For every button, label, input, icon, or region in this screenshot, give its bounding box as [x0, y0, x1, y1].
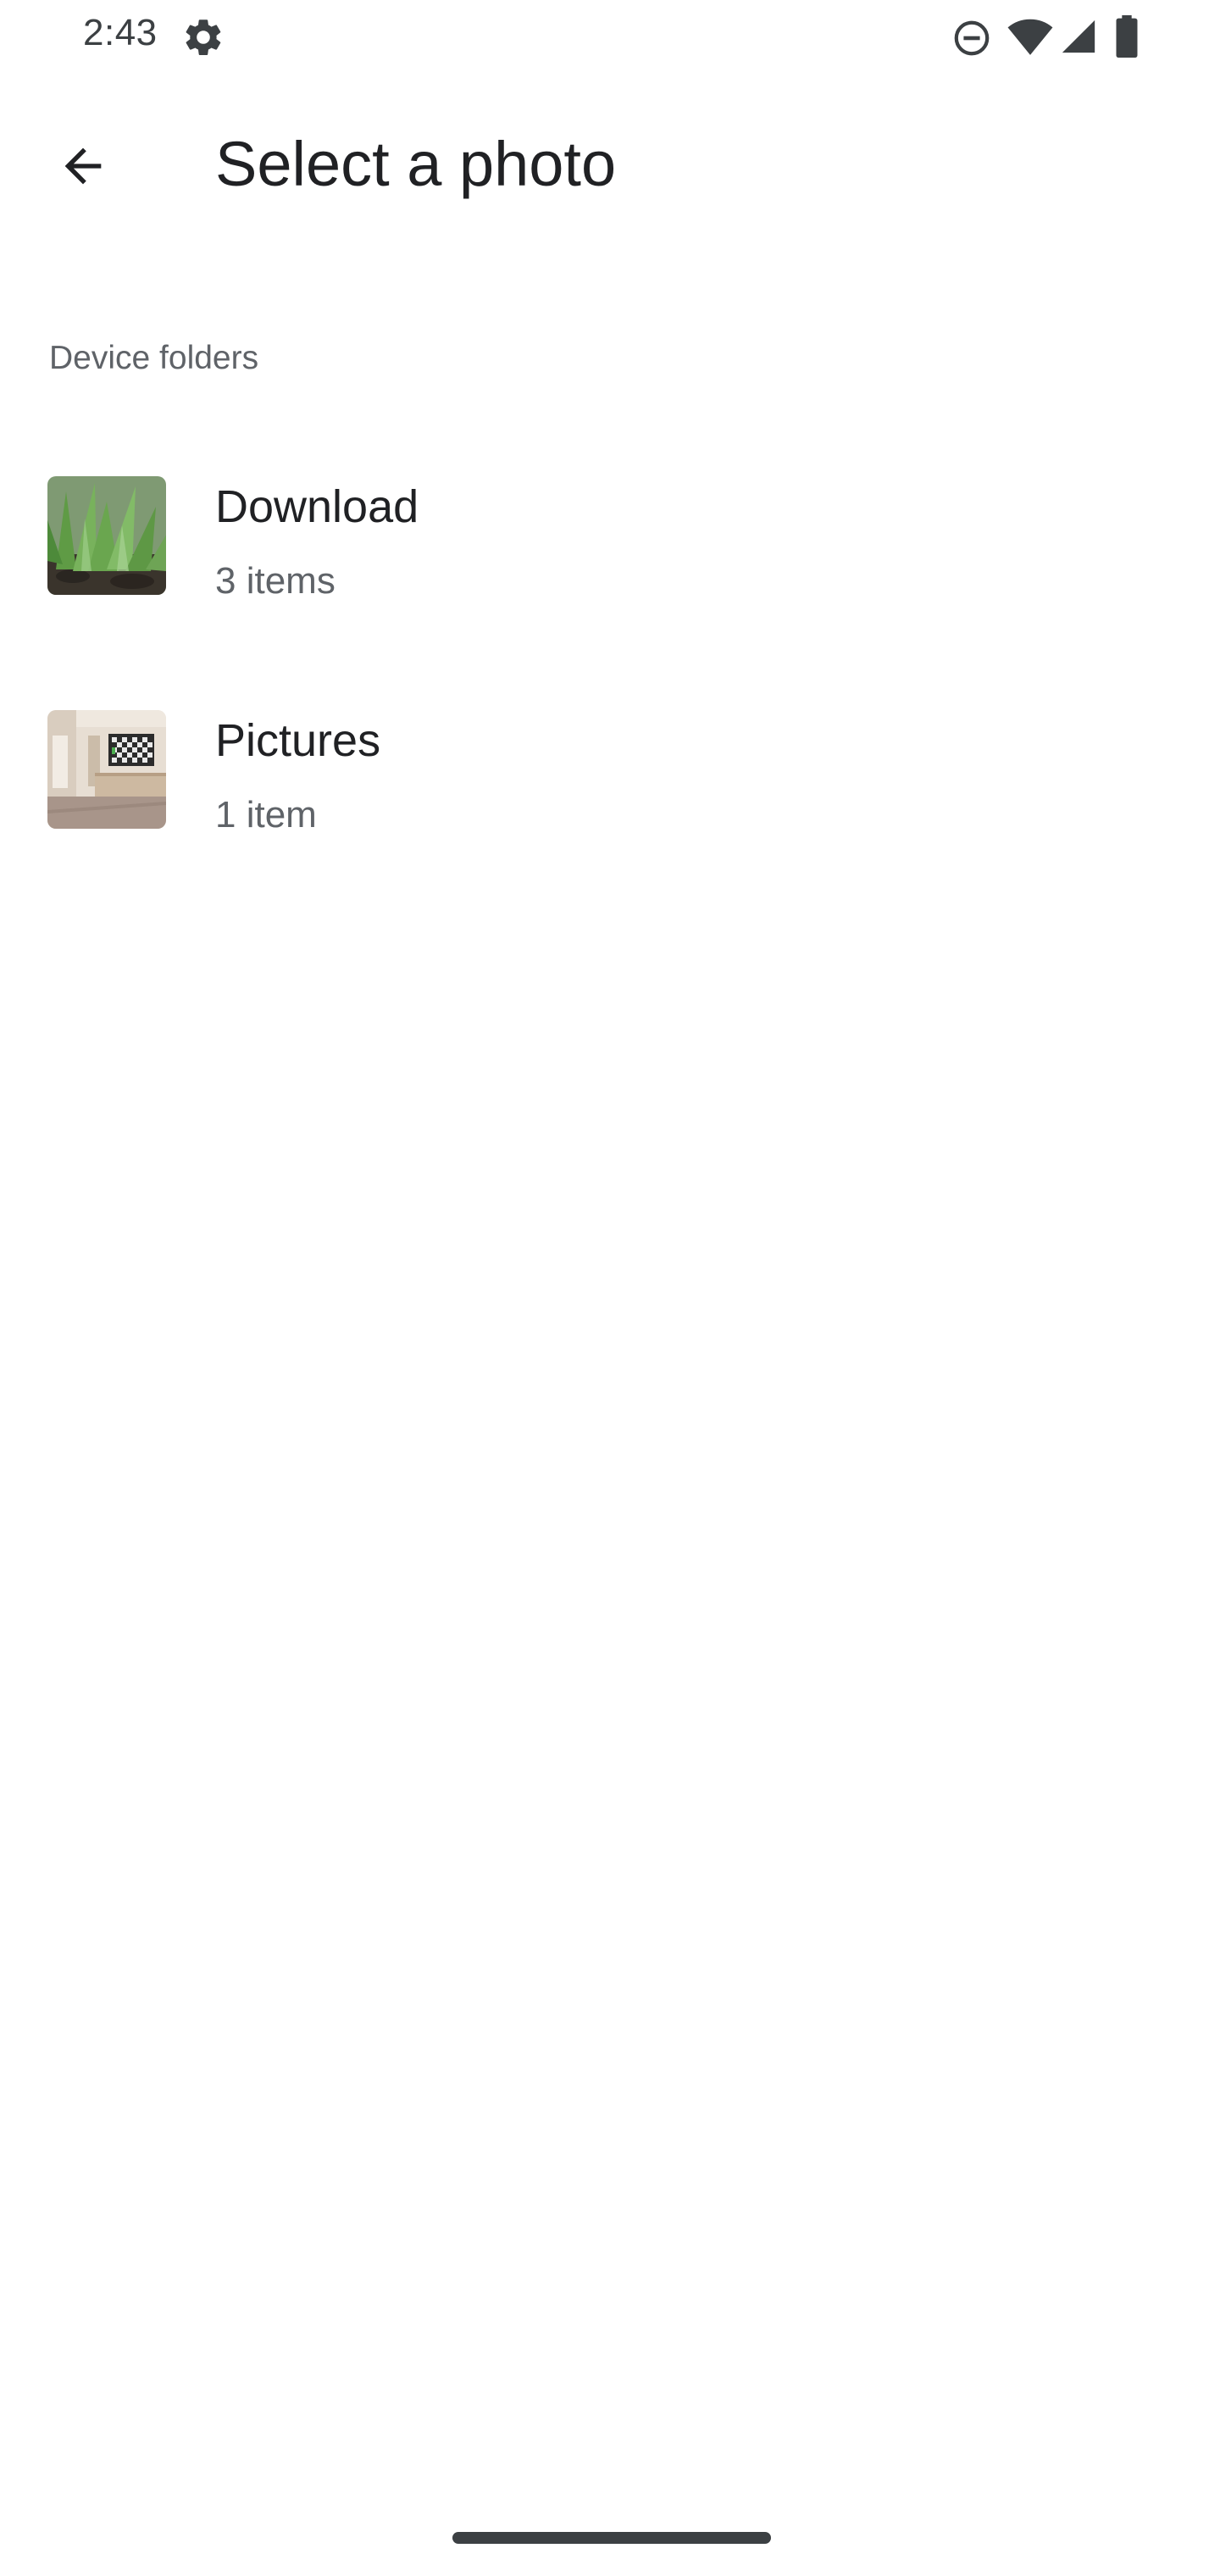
aloe-plant-photo	[47, 476, 166, 595]
page-title: Select a photo	[215, 129, 617, 199]
folder-name: Download	[215, 481, 419, 532]
do-not-disturb-icon	[954, 20, 990, 56]
folder-name: Pictures	[215, 715, 381, 766]
back-button[interactable]	[41, 124, 125, 208]
status-bar: 2:43	[0, 0, 1220, 75]
app-bar: Select a photo	[0, 93, 1220, 237]
gear-icon	[186, 19, 221, 55]
status-time: 2:43	[83, 12, 158, 53]
gesture-nav-handle[interactable]	[452, 2532, 771, 2544]
folder-item-pictures[interactable]: Pictures 1 item	[0, 658, 1220, 891]
arrow-back-icon	[64, 147, 102, 185]
folder-thumbnail	[47, 476, 166, 595]
folder-item-count: 1 item	[215, 794, 317, 836]
room-interior-photo	[47, 710, 166, 829]
folder-thumbnail	[47, 710, 166, 829]
section-header: Device folders	[49, 340, 259, 376]
battery-icon	[1116, 15, 1138, 58]
folder-item-count: 3 items	[215, 560, 336, 602]
cell-signal-icon	[1062, 19, 1095, 53]
folder-item-download[interactable]: Download 3 items	[0, 424, 1220, 658]
wifi-icon	[1007, 19, 1053, 55]
